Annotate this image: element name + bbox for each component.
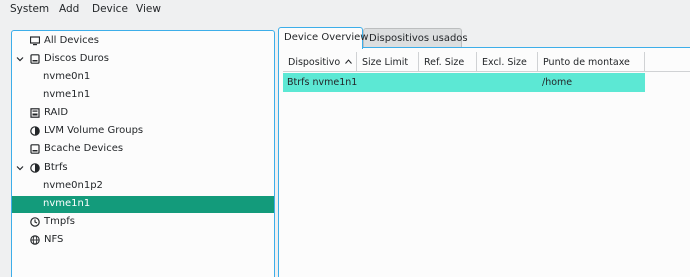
column-header-dispositivo[interactable]: Dispositivo bbox=[283, 52, 357, 72]
column-header-ref-size[interactable]: Ref. Size bbox=[419, 52, 477, 72]
tree-item-raid[interactable]: RAID bbox=[12, 105, 274, 122]
tree-item-label: nvme1n1 bbox=[43, 89, 91, 100]
chevron-down-icon[interactable] bbox=[16, 55, 24, 63]
tree-item-nvme1n1-selected[interactable]: nvme1n1 bbox=[12, 196, 274, 213]
menu-view[interactable]: View bbox=[136, 3, 161, 15]
column-header-excl-size[interactable]: Excl. Size bbox=[477, 52, 538, 72]
tree-item-label: All Devices bbox=[44, 35, 99, 46]
tree-item-label: Bcache Devices bbox=[44, 143, 124, 154]
tree-item-label: NFS bbox=[44, 234, 64, 245]
tab-dispositivos-usados[interactable]: Dispositivos usados bbox=[363, 28, 468, 48]
column-header-size-limit[interactable]: Size Limit bbox=[357, 52, 419, 72]
raid-icon bbox=[30, 108, 40, 118]
clock-icon bbox=[30, 217, 40, 227]
tree-item-label: LVM Volume Groups bbox=[44, 125, 144, 136]
tree-item-label: RAID bbox=[44, 107, 69, 118]
menu-add[interactable]: Add bbox=[59, 3, 79, 15]
tab-device-overview[interactable]: Device Overview bbox=[278, 27, 368, 49]
tree-item-bcache-devices[interactable]: Bcache Devices bbox=[12, 141, 274, 158]
tree-item-label: Discos Duros bbox=[44, 53, 109, 64]
menu-system[interactable]: System bbox=[10, 3, 49, 15]
table-header: Dispositivo Size Limit Ref. Size Excl. S… bbox=[283, 52, 690, 72]
column-header-punto-de-montaxe[interactable]: Punto de montaxe bbox=[538, 52, 645, 72]
tree-item-discos-duros[interactable]: Discos Duros bbox=[12, 51, 274, 68]
cell-dispositivo: Btrfs nvme1n1 bbox=[287, 77, 358, 88]
tree-item-nfs[interactable]: NFS bbox=[12, 232, 274, 249]
menubar: System Add Device View bbox=[0, 0, 690, 20]
tree-item-btrfs[interactable]: Btrfs bbox=[12, 160, 274, 177]
menu-device[interactable]: Device bbox=[92, 3, 128, 15]
cell-punto-de-montaxe: /home bbox=[542, 77, 573, 88]
tree-item-nvme0n1[interactable]: nvme0n1 bbox=[12, 69, 274, 86]
tree-item-label: nvme0n1 bbox=[43, 71, 91, 82]
column-header-label: Dispositivo bbox=[288, 57, 341, 68]
tree-item-label: Btrfs bbox=[44, 162, 68, 173]
device-tree[interactable]: All Devices Discos Duros nvme0n1 nvme1n1… bbox=[11, 30, 275, 277]
tree-item-label: Tmpfs bbox=[44, 216, 75, 227]
tree-item-all-devices[interactable]: All Devices bbox=[12, 33, 274, 50]
tree-item-lvm-volume-groups[interactable]: LVM Volume Groups bbox=[12, 123, 274, 140]
hard-disk-icon bbox=[30, 54, 40, 64]
bcache-disk-icon bbox=[30, 144, 40, 154]
globe-icon bbox=[30, 235, 40, 245]
table-row[interactable]: Btrfs nvme1n1 /home bbox=[283, 73, 645, 92]
device-overview-panel: Dispositivo Size Limit Ref. Size Excl. S… bbox=[278, 47, 690, 277]
tree-item-label: nvme0n1p2 bbox=[43, 180, 103, 191]
pie-chart-icon bbox=[30, 126, 40, 136]
tree-item-nvme1n1[interactable]: nvme1n1 bbox=[12, 87, 274, 104]
pie-chart-icon bbox=[30, 163, 40, 173]
tree-item-label: nvme1n1 bbox=[43, 198, 91, 209]
tree-item-tmpfs[interactable]: Tmpfs bbox=[12, 214, 274, 231]
sort-ascending-icon bbox=[345, 59, 352, 64]
monitor-icon bbox=[30, 36, 40, 46]
chevron-down-icon[interactable] bbox=[16, 164, 24, 172]
tree-item-nvme0n1p2[interactable]: nvme0n1p2 bbox=[12, 178, 274, 195]
